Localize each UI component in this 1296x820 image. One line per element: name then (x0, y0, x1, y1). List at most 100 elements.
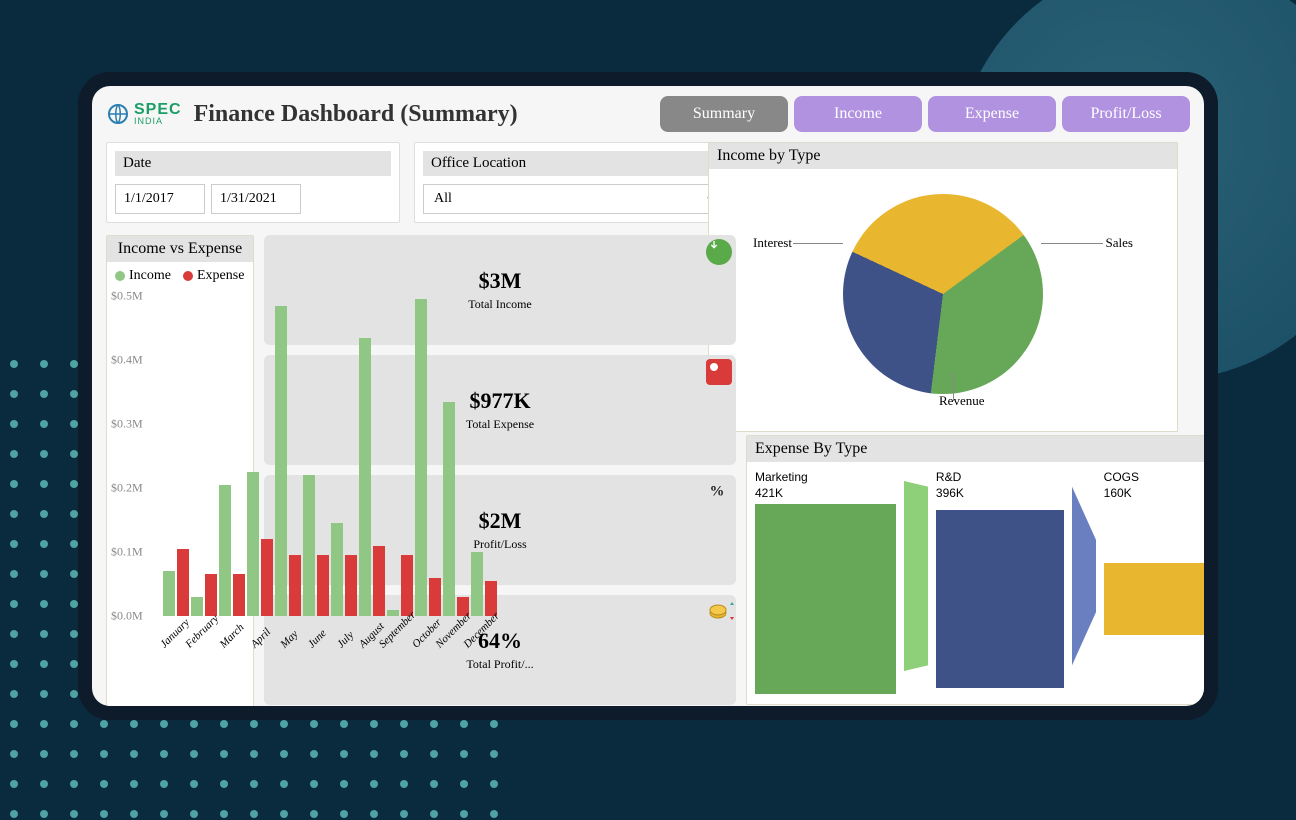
pie-label-interest: Interest (753, 235, 792, 251)
bar-expense (373, 546, 385, 616)
bar-income (387, 610, 399, 616)
location-value: All (434, 191, 452, 207)
svg-text:%: % (710, 484, 725, 500)
bar-expense (205, 574, 217, 616)
kpi-column: $3M Total Income $977K Total Expense% $2… (264, 235, 736, 705)
bar-income (415, 299, 427, 616)
y-tick: $0.2M (111, 481, 143, 496)
funnel-value: 421K (755, 486, 896, 500)
bar-expense (233, 574, 245, 616)
bar-chart-area: JanuaryFebruaryMarchAprilMayJuneJulyAugu… (111, 286, 249, 666)
y-tick: $0.1M (111, 545, 143, 560)
date-from-input[interactable] (115, 184, 205, 214)
bar-expense (289, 555, 301, 616)
topbar: SPEC INDIA Finance Dashboard (Summary) S… (106, 96, 1190, 132)
bar-group: May (275, 306, 301, 616)
funnel-value: 160K (1104, 486, 1204, 500)
legend-income: Income (115, 268, 171, 284)
y-tick: $0.0M (111, 609, 143, 624)
kpi-value: $2M (479, 508, 522, 534)
date-filter: Date (106, 142, 400, 223)
bar-expense (345, 555, 357, 616)
bar-group: January (163, 549, 189, 616)
bar-expense (429, 578, 441, 616)
income-vs-expense-panel: Income vs Expense Income Expense January… (106, 235, 254, 706)
income-icon (706, 239, 732, 265)
kpi-card-1: $977K Total Expense (264, 355, 736, 465)
bar-income (219, 485, 231, 616)
y-tick: $0.4M (111, 353, 143, 368)
globe-icon (106, 102, 130, 126)
date-filter-label: Date (115, 151, 391, 176)
bar-expense (261, 539, 273, 616)
y-tick: $0.5M (111, 289, 143, 304)
income-vs-expense-title: Income vs Expense (107, 236, 253, 262)
bar-group: December (471, 552, 497, 616)
expense-by-type-panel: Expense By Type Marketing 421K R&D 396K … (746, 435, 1204, 705)
funnel-box (755, 504, 896, 694)
tab-summary[interactable]: Summary (660, 96, 788, 132)
date-to-input[interactable] (211, 184, 301, 214)
bar-income (359, 338, 371, 616)
bar-group: June (303, 475, 329, 616)
screen: SPEC INDIA Finance Dashboard (Summary) S… (92, 86, 1204, 706)
bar-income (471, 552, 483, 616)
income-by-type-panel: Income by Type Interest Sales Revenue (708, 142, 1178, 432)
tab-income[interactable]: Income (794, 96, 922, 132)
pie-label-revenue: Revenue (939, 393, 984, 409)
location-filter: Office Location All (414, 142, 738, 223)
funnel-segment: COGS 160K (1104, 470, 1204, 635)
bar-income (275, 306, 287, 616)
kpi-card-0: $3M Total Income (264, 235, 736, 345)
bar-expense (401, 555, 413, 616)
bar-legend: Income Expense (115, 268, 253, 284)
funnel-connector (904, 453, 928, 686)
logo-brand-top: SPEC (134, 103, 182, 117)
tab-profitloss[interactable]: Profit/Loss (1062, 96, 1190, 132)
funnel-box (1104, 563, 1204, 635)
bar-group: March (219, 485, 245, 616)
funnel-label: COGS (1104, 470, 1204, 484)
kpi-label: Total Expense (466, 417, 534, 432)
tab-expense[interactable]: Expense (928, 96, 1056, 132)
location-filter-label: Office Location (423, 151, 729, 176)
bar-expense (177, 549, 189, 616)
device-frame: SPEC INDIA Finance Dashboard (Summary) S… (78, 72, 1218, 720)
percent-icon: % (706, 479, 732, 505)
bar-expense (317, 555, 329, 616)
expense-icon (706, 359, 732, 385)
pie-chart: Interest Sales Revenue (709, 169, 1177, 419)
kpi-label: Total Profit/... (466, 657, 533, 672)
funnel-segment: R&D 396K (936, 470, 1064, 688)
coins-icon (706, 599, 732, 625)
logo-brand-bottom: INDIA (134, 117, 182, 125)
kpi-label: Total Income (468, 297, 531, 312)
bar-group: November (443, 402, 469, 616)
bar-group: September (387, 555, 413, 616)
bar-income (331, 523, 343, 616)
income-by-type-title: Income by Type (709, 143, 1177, 169)
x-tick: March (218, 622, 247, 651)
funnel-segment: Marketing 421K (755, 470, 896, 694)
bar-income (303, 475, 315, 616)
tabs: SummaryIncomeExpenseProfit/Loss (660, 96, 1190, 132)
location-select[interactable]: All (423, 184, 729, 214)
bar-group: August (359, 338, 385, 616)
funnel-value: 396K (936, 486, 1064, 500)
expense-by-type-title: Expense By Type (747, 436, 1204, 462)
bar-income (191, 597, 203, 616)
funnel-label: Marketing (755, 470, 896, 484)
bar-income (443, 402, 455, 616)
kpi-label: Profit/Loss (473, 537, 526, 552)
bar-group: April (247, 472, 273, 616)
funnel-box (936, 510, 1064, 689)
bar-group: October (415, 299, 441, 616)
y-tick: $0.3M (111, 417, 143, 432)
logo: SPEC INDIA (106, 102, 182, 126)
bar-group: July (331, 523, 357, 616)
x-tick: February (183, 613, 221, 651)
pie-label-sales: Sales (1106, 235, 1133, 251)
legend-expense: Expense (183, 268, 244, 284)
kpi-value: $3M (479, 268, 522, 294)
bar-income (247, 472, 259, 616)
